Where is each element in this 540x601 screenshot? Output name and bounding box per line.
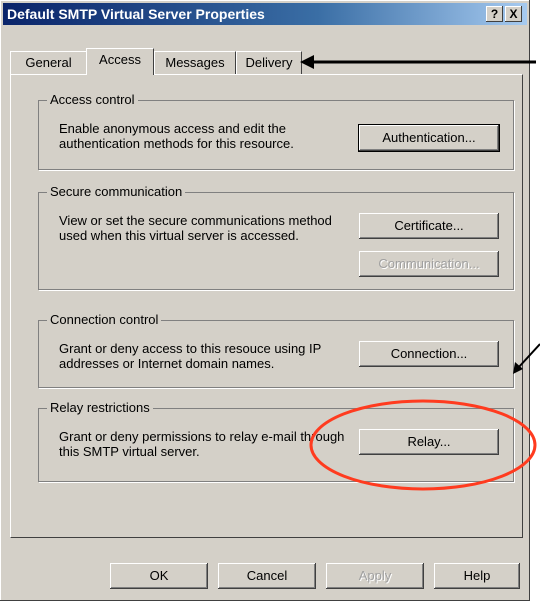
- help-button[interactable]: Help: [434, 563, 520, 589]
- group-legend: Access control: [47, 92, 138, 107]
- apply-button: Apply: [326, 563, 424, 589]
- relay-restrictions-group: Relay restrictions Grant or deny permiss…: [38, 400, 514, 482]
- group-legend: Connection control: [47, 312, 162, 327]
- group-description: Grant or deny access to this resouce usi…: [59, 341, 322, 371]
- relay-button[interactable]: Relay...: [359, 429, 499, 455]
- communication-button: Communication...: [359, 251, 499, 277]
- connection-control-group: Connection control Grant or deny access …: [38, 312, 514, 388]
- help-title-button[interactable]: ?: [486, 6, 503, 22]
- close-title-button[interactable]: X: [505, 6, 522, 22]
- title-bar[interactable]: Default SMTP Virtual Server Properties ?…: [3, 3, 527, 25]
- tab-delivery[interactable]: Delivery: [236, 51, 302, 74]
- access-control-group: Access control Enable anonymous access a…: [38, 92, 514, 170]
- tab-messages[interactable]: Messages: [154, 51, 236, 74]
- ok-button[interactable]: OK: [110, 563, 208, 589]
- group-legend: Relay restrictions: [47, 400, 153, 415]
- cancel-button[interactable]: Cancel: [218, 563, 316, 589]
- connection-button[interactable]: Connection...: [359, 341, 499, 367]
- group-description: View or set the secure communications me…: [59, 213, 332, 243]
- group-legend: Secure communication: [47, 184, 186, 199]
- authentication-button[interactable]: Authentication...: [358, 124, 500, 152]
- properties-dialog: Default SMTP Virtual Server Properties ?…: [0, 0, 530, 601]
- secure-communication-group: Secure communication View or set the sec…: [38, 184, 514, 290]
- group-description: Enable anonymous access and edit the aut…: [59, 121, 294, 151]
- tab-general[interactable]: General: [10, 51, 87, 74]
- tab-access[interactable]: Access: [86, 48, 154, 75]
- window-title: Default SMTP Virtual Server Properties: [7, 6, 265, 22]
- certificate-button[interactable]: Certificate...: [359, 213, 499, 239]
- group-description: Grant or deny permissions to relay e-mai…: [59, 429, 345, 459]
